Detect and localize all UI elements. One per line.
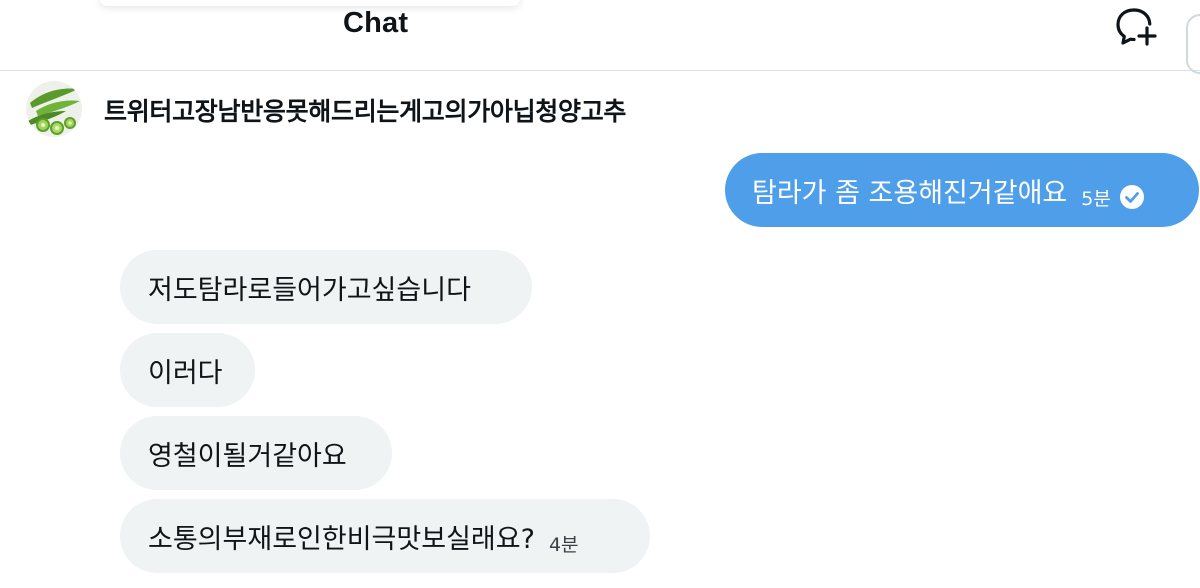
search-bar-edge bbox=[100, 0, 520, 6]
received-message[interactable]: 이러다 bbox=[120, 333, 255, 407]
message-text: 소통의부재로인한비극맛보실래요? bbox=[148, 523, 535, 555]
new-message-icon[interactable] bbox=[1112, 4, 1160, 48]
settings-icon-edge[interactable] bbox=[1186, 14, 1200, 74]
chat-header: Chat bbox=[0, 0, 1200, 74]
message-time: 4분 bbox=[548, 533, 579, 556]
received-message[interactable]: 소통의부재로인한비극맛보실래요? 4분 bbox=[120, 499, 650, 573]
read-check-icon bbox=[1119, 184, 1145, 210]
message-text: 영철이될거같아요 bbox=[148, 440, 347, 472]
received-message[interactable]: 저도탐라로들어가고싶습니다 bbox=[120, 250, 532, 324]
page-title: Chat bbox=[343, 7, 409, 39]
green-pepper-avatar[interactable] bbox=[26, 81, 82, 137]
sent-message[interactable]: 탐라가 좀 조용해진거같애요 5분 bbox=[725, 153, 1199, 227]
received-message[interactable]: 영철이될거같아요 bbox=[120, 416, 392, 490]
message-text: 탐라가 좀 조용해진거같애요 bbox=[752, 177, 1068, 209]
message-text: 이러다 bbox=[148, 357, 223, 389]
chat-screen: Chat 트위터고장남반응못해드리는게고의가아닙청양고추 탐라가 좀 조용해진거… bbox=[0, 0, 1200, 588]
conversation-peer-name[interactable]: 트위터고장남반응못해드리는게고의가아닙청양고추 bbox=[104, 92, 626, 128]
message-text: 저도탐라로들어가고싶습니다 bbox=[148, 274, 471, 306]
message-time: 5분 bbox=[1081, 187, 1111, 210]
